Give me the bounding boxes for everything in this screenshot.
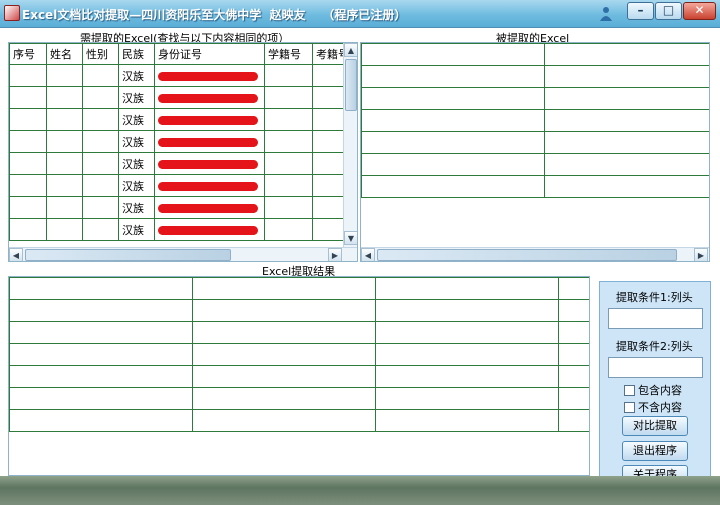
checkbox-box[interactable] [624, 401, 635, 413]
target-table [361, 43, 709, 198]
id-cell[interactable] [154, 64, 265, 87]
source-excel-grid[interactable]: 序号 姓名 性别 民族 身份证号 学籍号 考籍号 汉族 汉族 汉族 汉族 汉族 … [8, 42, 358, 262]
scroll-left-arrow-icon[interactable]: ◀ [9, 248, 23, 261]
window-title: Excel文档比对提取—四川资阳乐至大佛中学 赵映友 （程序已注册） [22, 8, 407, 22]
nation-cell[interactable]: 汉族 [118, 174, 155, 197]
table-row[interactable]: 汉族 [9, 196, 356, 219]
compare-extract-button[interactable]: 对比提取 [622, 416, 688, 436]
condition1-label: 提取条件1:列头 [616, 291, 693, 304]
table-row[interactable] [9, 343, 589, 366]
id-cell[interactable] [154, 108, 265, 131]
table-row[interactable] [361, 43, 709, 66]
id-cell[interactable] [154, 218, 265, 241]
table-row[interactable] [361, 153, 709, 176]
close-button[interactable]: ✕ [683, 2, 716, 20]
table-row[interactable] [9, 409, 589, 432]
title-bar: Excel文档比对提取—四川资阳乐至大佛中学 赵映友 （程序已注册） – □ ✕ [0, 0, 720, 28]
id-cell[interactable] [154, 130, 265, 153]
table-row[interactable]: 汉族 [9, 152, 356, 175]
id-cell[interactable] [154, 196, 265, 219]
table-row[interactable] [361, 87, 709, 110]
redacted-mark [158, 181, 258, 191]
scroll-up-arrow-icon[interactable]: ▲ [344, 43, 357, 57]
condition1-input[interactable] [608, 308, 703, 329]
result-grid[interactable] [8, 276, 590, 476]
id-cell[interactable] [154, 152, 265, 175]
nation-cell[interactable]: 汉族 [118, 130, 155, 153]
table-row[interactable]: 汉族 [9, 130, 356, 153]
condition2-input[interactable] [608, 357, 703, 378]
nation-cell[interactable]: 汉族 [118, 152, 155, 175]
nation-cell[interactable]: 汉族 [118, 86, 155, 109]
table-row[interactable] [9, 365, 589, 388]
exclude-label: 不含内容 [638, 401, 682, 414]
table-row[interactable] [361, 65, 709, 88]
scroll-thumb[interactable] [345, 59, 357, 111]
source-table: 序号 姓名 性别 民族 身份证号 学籍号 考籍号 汉族 汉族 汉族 汉族 汉族 … [9, 43, 356, 241]
target-excel-grid[interactable]: ◀ ▶ [360, 42, 710, 262]
nation-cell[interactable]: 汉族 [118, 108, 155, 131]
table-row[interactable] [9, 321, 589, 344]
col-header-index[interactable]: 序号 [9, 43, 47, 65]
col-header-gender[interactable]: 性别 [82, 43, 119, 65]
scroll-thumb[interactable] [25, 249, 231, 261]
table-row[interactable] [9, 277, 589, 300]
redacted-mark [158, 71, 258, 81]
source-vertical-scrollbar[interactable]: ▲ ▼ [343, 43, 357, 247]
target-horizontal-scrollbar[interactable]: ◀ ▶ [361, 247, 709, 261]
col-header-student-no[interactable]: 学籍号 [264, 43, 313, 65]
maximize-button[interactable]: □ [655, 2, 682, 20]
desktop-background [0, 476, 720, 505]
table-row[interactable] [9, 299, 589, 322]
scroll-right-arrow-icon[interactable]: ▶ [694, 248, 708, 261]
table-row[interactable] [361, 109, 709, 132]
exit-button[interactable]: 退出程序 [622, 441, 688, 461]
scroll-right-arrow-icon[interactable]: ▶ [328, 248, 342, 261]
table-row[interactable]: 汉族 [9, 174, 356, 197]
table-row[interactable]: 汉族 [9, 64, 356, 87]
col-header-id-number[interactable]: 身份证号 [154, 43, 265, 65]
redacted-mark [158, 159, 258, 169]
table-row[interactable] [9, 387, 589, 410]
redacted-mark [158, 115, 258, 125]
nation-cell[interactable]: 汉族 [118, 196, 155, 219]
control-panel: 提取条件1:列头 提取条件2:列头 包含内容 不含内容 对比提取 退出程序 关于… [599, 281, 711, 481]
table-row[interactable] [361, 131, 709, 154]
checkbox-box[interactable] [624, 384, 635, 396]
minimize-button[interactable]: – [627, 2, 654, 20]
table-row[interactable] [361, 175, 709, 198]
nation-cell[interactable]: 汉族 [118, 218, 155, 241]
scroll-left-arrow-icon[interactable]: ◀ [361, 248, 375, 261]
redacted-mark [158, 93, 258, 103]
header-row: 序号 姓名 性别 民族 身份证号 学籍号 考籍号 [9, 43, 356, 65]
col-header-nation[interactable]: 民族 [118, 43, 155, 65]
include-checkbox[interactable]: 包含内容 [624, 382, 682, 398]
scroll-thumb[interactable] [377, 249, 677, 261]
condition2-label: 提取条件2:列头 [616, 340, 693, 353]
table-row[interactable]: 汉族 [9, 218, 356, 241]
app-icon [4, 5, 20, 21]
redacted-mark [158, 137, 258, 147]
table-row[interactable]: 汉族 [9, 108, 356, 131]
exclude-checkbox[interactable]: 不含内容 [624, 399, 682, 415]
id-cell[interactable] [154, 174, 265, 197]
source-horizontal-scrollbar[interactable]: ◀ ▶ [9, 247, 357, 261]
table-row[interactable]: 汉族 [9, 86, 356, 109]
result-table [9, 277, 589, 432]
redacted-mark [158, 203, 258, 213]
redacted-mark [158, 225, 258, 235]
include-label: 包含内容 [638, 384, 682, 397]
user-icon[interactable] [599, 6, 613, 21]
nation-cell[interactable]: 汉族 [118, 64, 155, 87]
col-header-name[interactable]: 姓名 [46, 43, 83, 65]
scroll-down-arrow-icon[interactable]: ▼ [344, 231, 357, 245]
id-cell[interactable] [154, 86, 265, 109]
